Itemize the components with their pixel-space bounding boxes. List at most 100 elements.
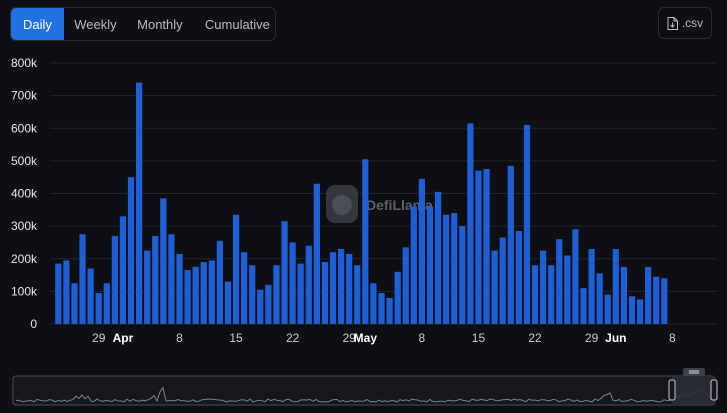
bar[interactable] xyxy=(354,265,361,324)
bar[interactable] xyxy=(426,206,434,324)
y-tick-label: 400k xyxy=(11,187,38,201)
bar[interactable] xyxy=(564,255,571,324)
x-tick-label: 8 xyxy=(669,331,676,345)
bar[interactable] xyxy=(653,276,660,324)
bar[interactable] xyxy=(63,260,70,324)
bar[interactable] xyxy=(531,265,539,324)
bar[interactable] xyxy=(604,294,611,324)
bar[interactable] xyxy=(515,231,522,324)
bar[interactable] xyxy=(87,268,94,324)
bar[interactable] xyxy=(572,229,579,324)
bar[interactable] xyxy=(588,248,595,324)
x-tick-label: 8 xyxy=(176,331,183,345)
bar[interactable] xyxy=(119,216,127,324)
bar[interactable] xyxy=(152,235,159,324)
bar[interactable] xyxy=(176,253,183,324)
x-tick-label: 22 xyxy=(528,331,542,345)
y-tick-label: 100k xyxy=(11,284,38,298)
bar[interactable] xyxy=(418,178,425,324)
x-tick-label: 29 xyxy=(585,331,599,345)
bar[interactable] xyxy=(378,293,385,324)
bar[interactable] xyxy=(540,250,547,324)
bar[interactable] xyxy=(265,284,272,324)
bar[interactable] xyxy=(459,226,466,325)
bar[interactable] xyxy=(467,123,474,324)
bar[interactable] xyxy=(103,283,110,324)
brush-left-handle[interactable] xyxy=(668,379,676,401)
bar[interactable] xyxy=(434,191,442,324)
llama-logo-icon xyxy=(326,185,358,223)
y-tick-label: 0 xyxy=(30,317,37,331)
y-tick-label: 800k xyxy=(11,56,38,70)
bar[interactable] xyxy=(580,288,587,324)
bar[interactable] xyxy=(216,240,223,324)
bar[interactable] xyxy=(338,248,345,324)
bar[interactable] xyxy=(321,262,329,324)
bar[interactable] xyxy=(402,247,409,324)
bar[interactable] xyxy=(200,262,207,324)
bar[interactable] xyxy=(160,198,167,324)
y-tick-label: 700k xyxy=(11,89,38,103)
bar[interactable] xyxy=(249,265,256,324)
bar[interactable] xyxy=(620,266,627,324)
bar[interactable] xyxy=(370,283,377,324)
x-tick-label: 8 xyxy=(419,331,426,345)
bar[interactable] xyxy=(208,260,215,324)
bar[interactable] xyxy=(548,265,555,324)
bar[interactable] xyxy=(111,235,118,324)
y-tick-label: 600k xyxy=(11,121,38,135)
bar[interactable] xyxy=(289,242,296,324)
bar[interactable] xyxy=(297,263,304,324)
x-tick-label: 22 xyxy=(286,331,300,345)
bar[interactable] xyxy=(443,214,450,324)
bar[interactable] xyxy=(636,299,644,324)
brush-selection[interactable] xyxy=(672,376,715,405)
bar[interactable] xyxy=(257,289,264,324)
bar[interactable] xyxy=(305,245,312,324)
range-brush[interactable] xyxy=(12,368,718,406)
bar[interactable] xyxy=(451,213,458,324)
bar[interactable] xyxy=(55,263,62,324)
bar[interactable] xyxy=(313,183,320,324)
bar[interactable] xyxy=(71,283,78,324)
bar[interactable] xyxy=(499,237,506,324)
bar[interactable] xyxy=(507,165,514,324)
bar[interactable] xyxy=(483,169,490,324)
bar[interactable] xyxy=(394,271,401,324)
daily-bar-chart: 0 100k 200k 300k 400k 500k 600k 700k 800k DefiLl… xyxy=(11,56,718,406)
bar[interactable] xyxy=(596,273,603,324)
bar[interactable] xyxy=(168,234,175,324)
bar[interactable] xyxy=(224,281,232,324)
bar[interactable] xyxy=(79,234,86,324)
x-tick-label: May xyxy=(354,331,378,345)
bar[interactable] xyxy=(491,250,498,324)
x-tick-label: Apr xyxy=(113,331,134,345)
bar[interactable] xyxy=(95,293,102,324)
bar[interactable] xyxy=(192,266,199,324)
bar[interactable] xyxy=(281,221,288,324)
bar[interactable] xyxy=(661,278,668,324)
bar[interactable] xyxy=(556,239,563,324)
x-tick-label: 29 xyxy=(92,331,106,345)
bar[interactable] xyxy=(346,253,353,324)
bar[interactable] xyxy=(386,297,393,324)
bar[interactable] xyxy=(136,82,143,324)
bar[interactable] xyxy=(523,124,531,325)
defillama-watermark: DefiLlama xyxy=(326,185,433,223)
bar[interactable] xyxy=(232,214,240,324)
bar[interactable] xyxy=(410,206,417,324)
bar[interactable] xyxy=(645,266,652,324)
bar[interactable] xyxy=(475,170,482,324)
bar[interactable] xyxy=(329,252,337,324)
bar[interactable] xyxy=(127,177,135,324)
bar[interactable] xyxy=(144,250,151,324)
bar[interactable] xyxy=(273,265,280,324)
grip-icon xyxy=(689,370,699,374)
bar[interactable] xyxy=(184,270,191,324)
bar[interactable] xyxy=(241,252,248,324)
bar[interactable] xyxy=(628,296,636,324)
y-tick-label: 500k xyxy=(11,154,38,168)
bar[interactable] xyxy=(362,159,369,324)
brush-right-handle[interactable] xyxy=(710,379,718,401)
bar[interactable] xyxy=(612,248,619,324)
